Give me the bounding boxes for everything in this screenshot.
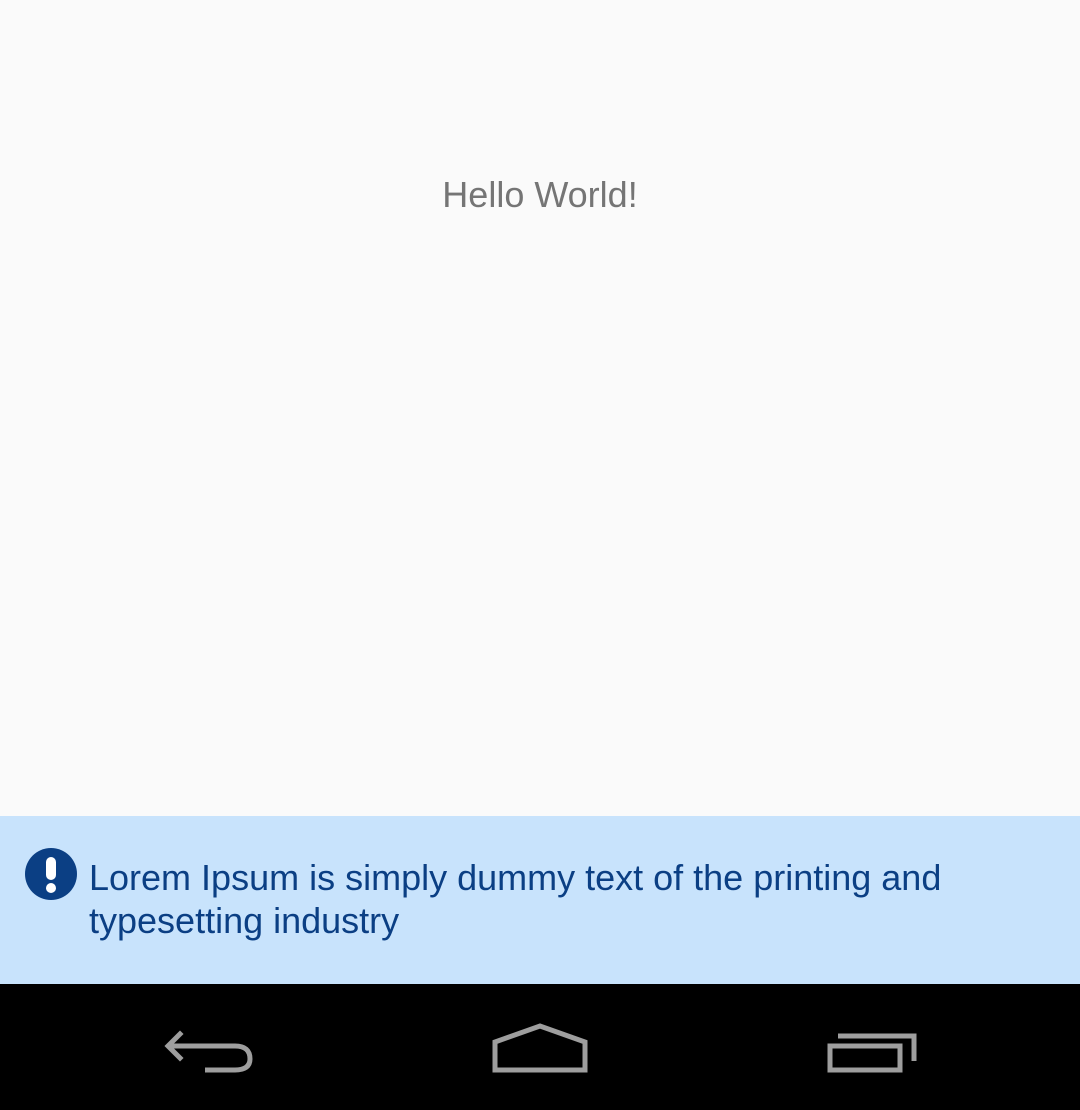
- main-content: Hello World!: [0, 0, 1080, 816]
- recent-apps-icon: [827, 1033, 917, 1073]
- banner-message: Lorem Ipsum is simply dummy text of the …: [89, 857, 942, 941]
- app-screen: Hello World! Lorem Ipsum is simply dummy…: [0, 0, 1080, 1110]
- recent-apps-button[interactable]: [812, 1016, 932, 1082]
- back-button[interactable]: [150, 1016, 270, 1082]
- back-icon: [164, 1030, 253, 1073]
- exclamation-circle-icon: [25, 848, 77, 900]
- home-icon: [492, 1023, 588, 1073]
- home-button[interactable]: [480, 1016, 600, 1082]
- hello-text: Hello World!: [442, 174, 638, 215]
